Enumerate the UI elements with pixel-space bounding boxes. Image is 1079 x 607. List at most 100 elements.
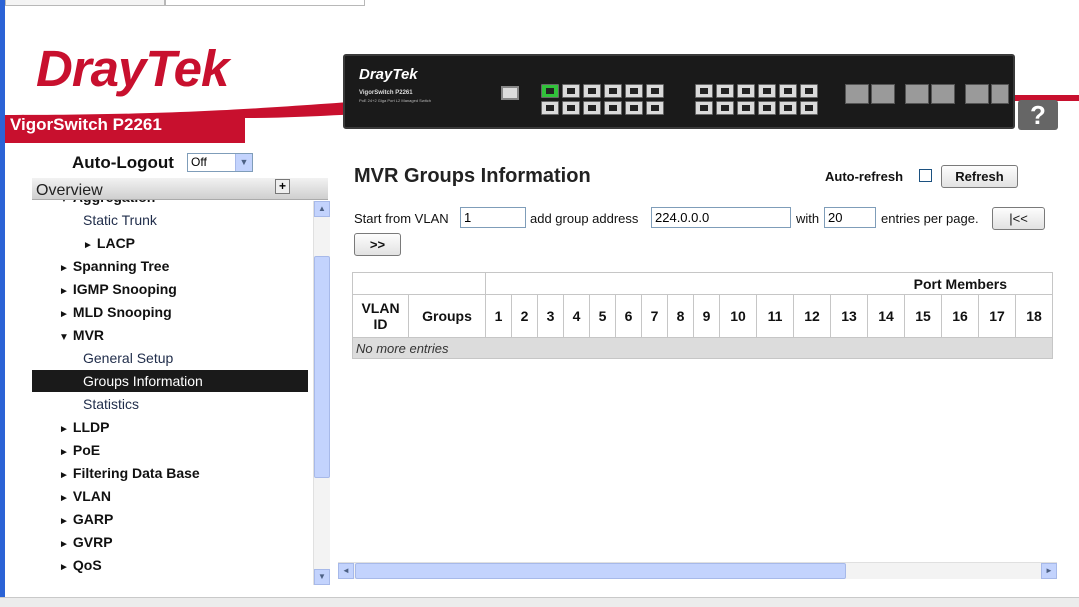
table-column-row: VLAN ID Groups 1 2 3 4 5 6 7 8 9 10 11 12 13 14 15 16 17… xyxy=(352,294,1053,338)
port-1[interactable] xyxy=(541,84,559,98)
triangle-down-icon: ▼ xyxy=(59,332,69,343)
nav-scrollbar[interactable]: ▲ ▼ xyxy=(313,201,330,585)
sidebar-item-label: General Setup xyxy=(83,350,174,366)
sidebar-item-filtering-data-base[interactable]: ► Filtering Data Base xyxy=(32,462,308,484)
sidebar-item-vlan[interactable]: ► VLAN xyxy=(32,485,308,507)
sidebar-item-mld-snooping[interactable]: ► MLD Snooping xyxy=(32,301,308,323)
scroll-up-icon[interactable]: ▲ xyxy=(314,201,330,217)
table-header-row: Port Members xyxy=(352,272,1053,295)
port-5[interactable] xyxy=(583,84,601,98)
port-group-2 xyxy=(695,84,818,115)
port-12[interactable] xyxy=(646,101,664,115)
auto-logout-value: Off xyxy=(191,155,207,169)
expand-plus-icon[interactable]: + xyxy=(275,179,290,194)
port-members-header: Port Members xyxy=(485,272,1053,295)
content-h-scrollbar[interactable]: ◄ ► xyxy=(338,562,1057,579)
refresh-button[interactable]: Refresh xyxy=(941,165,1018,188)
scroll-left-icon[interactable]: ◄ xyxy=(338,563,354,579)
sidebar-item-spanning-tree[interactable]: ► Spanning Tree xyxy=(32,255,308,277)
port-column-header: 6 xyxy=(615,294,642,338)
scroll-right-icon[interactable]: ► xyxy=(1041,563,1057,579)
nav-scroll-thumb[interactable] xyxy=(314,256,330,478)
browser-window: DrayTek VigorSwitch P2261 DrayTek VigorS… xyxy=(0,0,1079,607)
port-9[interactable] xyxy=(625,84,643,98)
port-15[interactable] xyxy=(716,84,734,98)
sidebar-item-lldp[interactable]: ► LLDP xyxy=(32,416,308,438)
sidebar-item-label: QoS xyxy=(72,557,102,573)
next-page-button[interactable]: >> xyxy=(354,233,401,256)
port-21[interactable] xyxy=(779,84,797,98)
entries-count-input[interactable]: 20 xyxy=(824,207,876,228)
port-column-header: 2 xyxy=(511,294,538,338)
sidebar-item-label: GVRP xyxy=(72,534,113,550)
first-page-button[interactable]: |<< xyxy=(992,207,1045,230)
sfp-port-4[interactable] xyxy=(931,84,955,104)
sfp-port-6[interactable] xyxy=(991,84,1009,104)
port-18[interactable] xyxy=(737,101,755,115)
sidebar-item-label: LACP xyxy=(96,235,136,251)
port-24[interactable] xyxy=(800,101,818,115)
port-20[interactable] xyxy=(758,101,776,115)
sidebar-item-groups-information[interactable]: Groups Information xyxy=(32,370,308,392)
port-8[interactable] xyxy=(604,101,622,115)
sidebar-item-mvr[interactable]: ▼ MVR xyxy=(32,324,308,346)
scroll-down-icon[interactable]: ▼ xyxy=(314,569,330,585)
auto-refresh-checkbox[interactable] xyxy=(919,169,932,182)
port-16[interactable] xyxy=(716,101,734,115)
triangle-right-icon: ► xyxy=(59,286,69,297)
port-19[interactable] xyxy=(758,84,776,98)
sfp-port-5[interactable] xyxy=(965,84,989,104)
sidebar-item-poe[interactable]: ► PoE xyxy=(32,439,308,461)
sidebar-item-igmp-snooping[interactable]: ► IGMP Snooping xyxy=(32,278,308,300)
start-vlan-input[interactable]: 1 xyxy=(460,207,526,228)
overview-header[interactable]: Overview + xyxy=(32,178,328,200)
brand-logo[interactable]: DrayTek xyxy=(36,39,229,98)
triangle-down-icon: ▼ xyxy=(59,200,69,205)
port-11[interactable] xyxy=(646,84,664,98)
port-6[interactable] xyxy=(583,101,601,115)
triangle-right-icon: ► xyxy=(59,424,69,435)
sidebar-item-lacp[interactable]: ► LACP xyxy=(32,232,308,254)
device-model: VigorSwitch P2261 xyxy=(359,90,413,96)
auto-logout-select[interactable]: Off ▼ xyxy=(187,153,253,172)
triangle-right-icon: ► xyxy=(59,539,69,550)
port-13[interactable] xyxy=(695,84,713,98)
sidebar-item-aggregation[interactable]: ▼ Aggregation xyxy=(32,200,308,208)
sfp-port-2[interactable] xyxy=(871,84,895,104)
port-column-header: 15 xyxy=(904,294,942,338)
port-4[interactable] xyxy=(562,101,580,115)
port-column-header: 7 xyxy=(641,294,668,338)
switch-panel-image: DrayTek VigorSwitch P2261 PoE 24+2 Giga … xyxy=(343,54,1015,129)
sfp-port-1[interactable] xyxy=(845,84,869,104)
sidebar-item-label: Groups Information xyxy=(83,373,203,389)
group-address-input[interactable]: 224.0.0.0 xyxy=(651,207,791,228)
sidebar-item-qos[interactable]: ► QoS xyxy=(32,554,308,576)
sidebar-item-garp[interactable]: ► GARP xyxy=(32,508,308,530)
table-header-spacer xyxy=(352,272,486,295)
port-17[interactable] xyxy=(737,84,755,98)
sidebar-item-general-setup[interactable]: General Setup xyxy=(32,347,308,369)
triangle-right-icon: ► xyxy=(59,470,69,481)
port-10[interactable] xyxy=(625,101,643,115)
sfp-port-3[interactable] xyxy=(905,84,929,104)
port-23[interactable] xyxy=(800,84,818,98)
groups-table: Port Members VLAN ID Groups 1 2 3 4 5 6 7 8 9 10 1… xyxy=(352,272,1053,359)
port-7[interactable] xyxy=(604,84,622,98)
port-2[interactable] xyxy=(541,101,559,115)
triangle-right-icon: ► xyxy=(83,240,93,251)
port-column-header: 4 xyxy=(563,294,590,338)
no-entries-text: No more entries xyxy=(352,337,1053,359)
chevron-down-icon[interactable]: ▼ xyxy=(235,154,252,171)
content-scroll-thumb[interactable] xyxy=(355,563,846,579)
port-14[interactable] xyxy=(695,101,713,115)
sidebar-item-gvrp[interactable]: ► GVRP xyxy=(32,531,308,553)
sidebar-item-statistics[interactable]: Statistics xyxy=(32,393,308,415)
port-22[interactable] xyxy=(779,101,797,115)
port-3[interactable] xyxy=(562,84,580,98)
port-group-1 xyxy=(541,84,664,115)
sidebar-item-static-trunk[interactable]: Static Trunk xyxy=(32,209,308,231)
port-column-header: 3 xyxy=(537,294,564,338)
help-button[interactable]: ? xyxy=(1018,100,1058,130)
nav-tree: ▼AggregationStatic Trunk►LACP►Spanning T… xyxy=(32,200,308,585)
port-column-header: 11 xyxy=(756,294,794,338)
